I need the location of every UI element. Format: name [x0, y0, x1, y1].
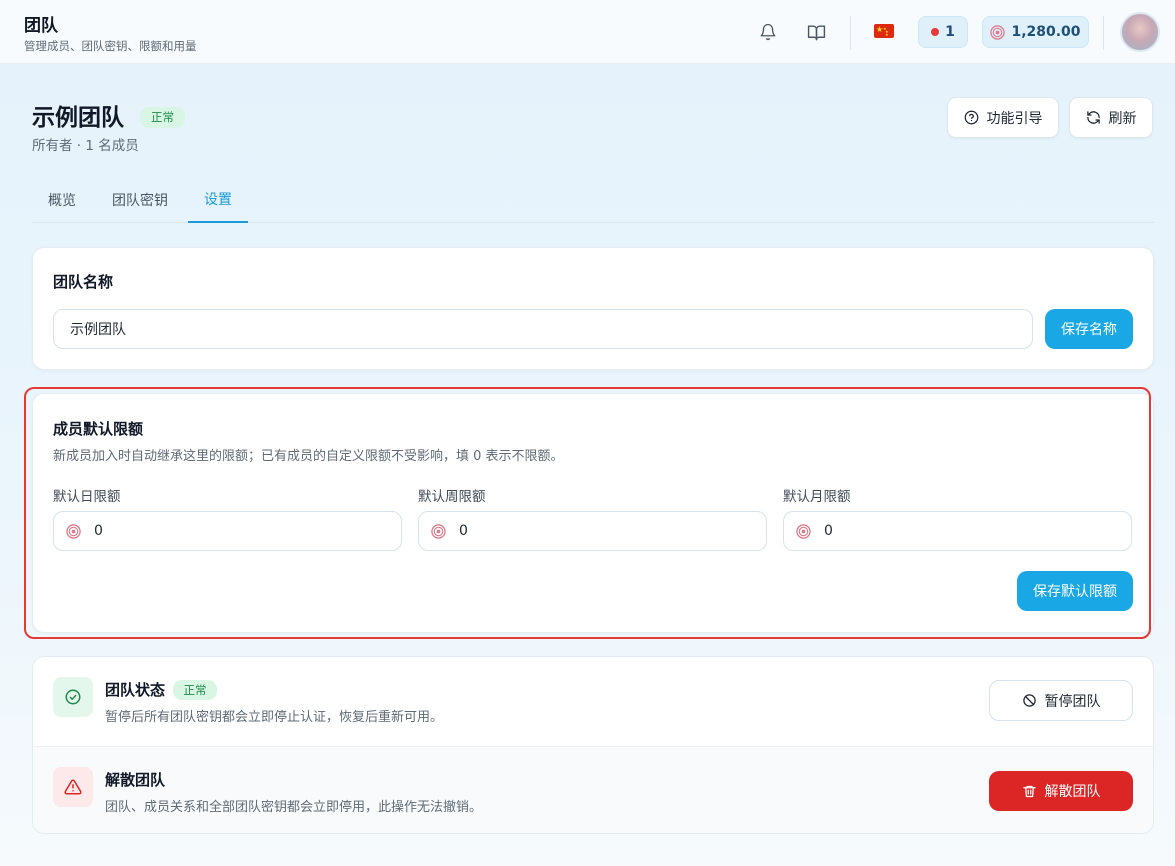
dissolve-team-label: 解散团队: [1044, 784, 1101, 800]
book-icon[interactable]: [804, 20, 828, 44]
check-circle-icon: [53, 677, 93, 717]
team-status-row: 团队状态 正常 暂停后所有团队密钥都会立即停止认证，恢复后重新可用。 暂停团队: [33, 657, 1153, 746]
refresh-button[interactable]: 刷新: [1069, 97, 1153, 138]
balance-value: 1,280.00: [1011, 24, 1081, 40]
warning-icon: [53, 767, 93, 807]
team-meta: 所有者 · 1 名成员: [32, 138, 139, 154]
ban-icon: [1022, 694, 1036, 707]
trash-icon: [1022, 785, 1036, 797]
dissolve-team-row: 解散团队 团队、成员关系和全部团队密钥都会立即停用，此操作无法撤销。 解散团队: [33, 746, 1153, 833]
app-title: 团队: [24, 16, 58, 36]
team-status-badge: 正常: [173, 679, 218, 700]
dissolve-team-title: 解散团队: [105, 771, 166, 789]
divider: [850, 16, 851, 50]
team-status-title-wrap: 团队状态 正常: [105, 679, 218, 700]
team-name: 示例团队: [32, 105, 124, 131]
pause-team-button[interactable]: 暂停团队: [989, 680, 1133, 721]
divider: [1103, 16, 1104, 50]
dissolve-team-description: 团队、成员关系和全部团队密钥都会立即停用，此操作无法撤销。: [105, 800, 483, 815]
coin-icon: [990, 24, 1006, 40]
dissolve-team-button[interactable]: 解散团队: [989, 771, 1133, 811]
bell-icon[interactable]: [756, 20, 780, 44]
status-badge: 正常: [140, 106, 186, 128]
team-name-card: 团队名称 保存名称: [32, 247, 1154, 370]
team-name-input[interactable]: [53, 309, 1033, 349]
help-circle-icon: [964, 110, 978, 125]
team-status-card: 团队状态 正常 暂停后所有团队密钥都会立即停止认证，恢复后重新可用。 暂停团队 …: [32, 656, 1154, 834]
tab-team-keys[interactable]: 团队密钥: [104, 176, 176, 223]
save-name-button[interactable]: 保存名称: [1045, 309, 1133, 349]
team-name-card-title: 团队名称: [53, 273, 114, 291]
refresh-button-label: 刷新: [1108, 110, 1137, 127]
pause-team-label: 暂停团队: [1044, 693, 1101, 710]
page-title: 示例团队 正常: [32, 98, 186, 132]
team-status-description: 暂停后所有团队密钥都会立即停止认证，恢复后重新可用。: [105, 710, 444, 725]
app-subtitle: 管理成员、团队密钥、限额和用量: [24, 39, 197, 53]
guide-button[interactable]: 功能引导: [947, 97, 1059, 138]
balance-pill[interactable]: 1,280.00: [982, 16, 1089, 48]
team-status-title: 团队状态: [105, 681, 166, 699]
notification-count: 1: [945, 24, 955, 40]
china-flag-icon[interactable]: ★ ★ ★ ★: [874, 24, 894, 38]
tab-settings[interactable]: 设置: [188, 176, 248, 223]
tab-overview[interactable]: 概览: [32, 176, 92, 223]
avatar[interactable]: [1120, 12, 1160, 52]
top-bar: 团队 管理成员、团队密钥、限额和用量 ★ ★ ★ ★ 1 1,280.00: [0, 0, 1175, 64]
tab-bar: 概览 团队密钥 设置: [32, 176, 1154, 223]
highlight-frame: [24, 387, 1151, 639]
refresh-icon: [1086, 111, 1100, 124]
alert-dot-icon: [931, 28, 940, 36]
guide-button-label: 功能引导: [986, 110, 1043, 127]
notification-badge[interactable]: 1: [918, 16, 968, 48]
